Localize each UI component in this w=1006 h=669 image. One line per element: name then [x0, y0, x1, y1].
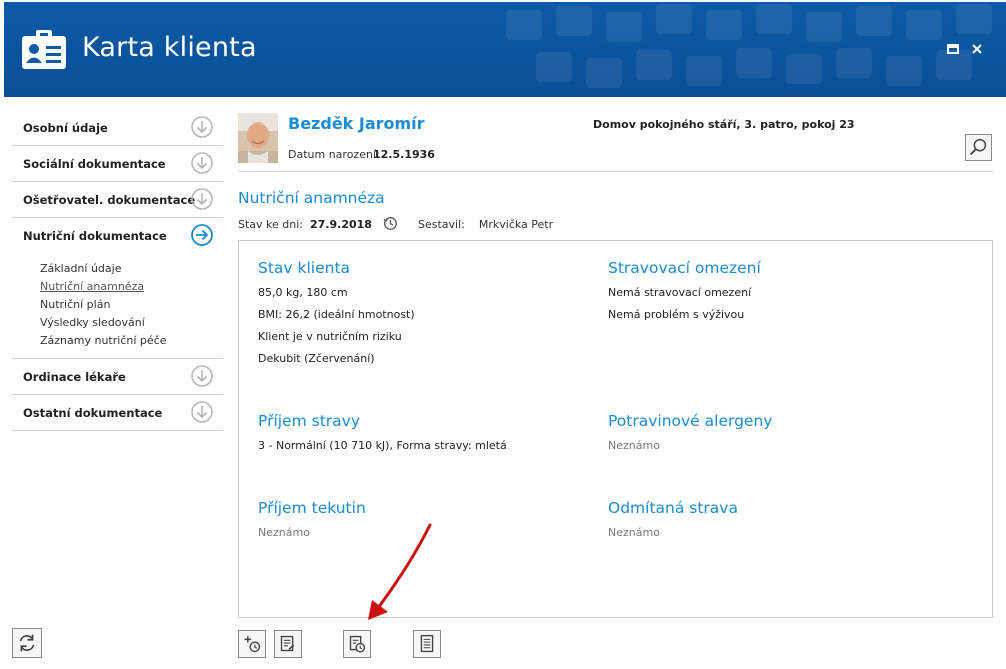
block-line: Nemá stravovací omezení: [608, 286, 752, 299]
refresh-icon: [19, 634, 35, 652]
block-line: Neznámo: [258, 526, 310, 539]
dob-value: 12.5.1936: [373, 148, 435, 161]
sidebar-item-osobni-udaje[interactable]: Osobní údaje: [12, 110, 223, 146]
block-title: Odmítaná strava: [608, 499, 738, 517]
header-pattern: [506, 4, 992, 88]
id-card-icon: [22, 30, 66, 69]
refresh-button[interactable]: [12, 628, 42, 658]
block-line: Nemá problém s výživou: [608, 308, 745, 321]
subitem-zaznamy-nutricni-pece[interactable]: Záznamy nutriční péče: [40, 332, 223, 350]
subitem-zakladni-udaje[interactable]: Základní údaje: [40, 260, 223, 278]
date-row: Stav ke dni: 27.9.2018: [238, 218, 372, 231]
patient-name: Bezděk Jaromír: [288, 114, 425, 133]
arrow-down-circle-icon[interactable]: [191, 401, 213, 423]
window-title: Karta klienta: [82, 32, 257, 63]
arrow-down-circle-icon[interactable]: [191, 365, 213, 387]
block-line: 85,0 kg, 180 cm: [258, 286, 348, 299]
subitem-vysledky-sledovani[interactable]: Výsledky sledování: [40, 314, 223, 332]
section-title: Nutriční anamnéza: [238, 189, 385, 207]
header-divider: [238, 171, 993, 172]
author-row: Sestavil: Mrkvička Petr: [418, 218, 553, 231]
sidebar-item-ordinace-lekare[interactable]: Ordinace lékaře: [12, 359, 223, 395]
block-odmitana-strava: Odmítaná strava Neznámo: [608, 499, 738, 547]
sidebar-item-nutricni-dokumentace[interactable]: Nutriční dokumentace: [12, 218, 223, 254]
arrow-down-circle-icon[interactable]: [191, 152, 213, 174]
block-title: Stav klienta: [258, 259, 351, 277]
document-history-button[interactable]: [343, 630, 371, 658]
edit-document-icon: [280, 635, 295, 652]
edit-document-button[interactable]: [274, 630, 302, 658]
add-clock-icon: [244, 636, 261, 653]
block-line: 3 - Normální (10 710 kJ), Forma stravy: …: [258, 439, 507, 452]
sidebar-item-label: Ošetřovatel. dokumentace: [23, 193, 196, 207]
document-history-icon: [349, 635, 366, 653]
search-button[interactable]: [965, 134, 992, 161]
block-prijem-tekutin: Příjem tekutin Neznámo: [258, 499, 366, 547]
sidebar-item-label: Ordinace lékaře: [23, 370, 126, 384]
date-label: Stav ke dni:: [238, 218, 304, 231]
author-label: Sestavil:: [418, 218, 465, 231]
subitem-nutricni-anamneza[interactable]: Nutriční anamnéza: [40, 278, 223, 296]
dob-label: Datum narození:: [288, 148, 380, 161]
author-value: Mrkvička Petr: [478, 218, 554, 231]
window-header: Karta klienta: [4, 2, 1006, 97]
block-line: Neznámo: [608, 439, 660, 452]
sidebar-subitems: Základní údaje Nutriční anamnéza Nutričn…: [12, 254, 223, 359]
sidebar-item-socialni-dokumentace[interactable]: Sociální dokumentace: [12, 146, 223, 182]
search-icon: [969, 138, 987, 156]
block-line: Klient je v nutričním riziku: [258, 330, 402, 343]
block-title: Příjem stravy: [258, 412, 360, 430]
sidebar-item-label: Ostatní dokumentace: [23, 406, 163, 420]
maximize-icon[interactable]: [946, 42, 960, 56]
block-stravovaci-omezeni: Stravovací omezení Nemá stravovací omeze…: [608, 259, 761, 329]
arrow-right-circle-icon[interactable]: [191, 224, 213, 246]
sidebar-item-label: Nutriční dokumentace: [23, 229, 167, 243]
arrow-down-circle-icon[interactable]: [191, 188, 213, 210]
sidebar-item-label: Osobní údaje: [23, 121, 108, 135]
block-potravinove-alergeny: Potravinové alergeny Neznámo: [608, 412, 772, 460]
sidebar-item-label: Sociální dokumentace: [23, 157, 166, 171]
sidebar-item-osetrovatel-dokumentace[interactable]: Ošetřovatel. dokumentace: [12, 182, 223, 218]
close-icon[interactable]: [970, 42, 984, 56]
document-list-button[interactable]: [413, 630, 441, 658]
subitem-nutricni-plan[interactable]: Nutriční plán: [40, 296, 223, 314]
date-value: 27.9.2018: [310, 218, 372, 231]
block-line: BMI: 26,2 (ideální hmotnost): [258, 308, 415, 321]
block-title: Potravinové alergeny: [608, 412, 773, 430]
block-line: Neznámo: [608, 526, 660, 539]
add-record-button[interactable]: [238, 630, 266, 658]
patient-location: Domov pokojného stáří, 3. patro, pokoj 2…: [593, 118, 855, 131]
block-line: Dekubit (Zčervenání): [258, 352, 375, 365]
sidebar-item-ostatni-dokumentace[interactable]: Ostatní dokumentace: [12, 395, 223, 431]
document-list-icon: [420, 634, 434, 653]
anamnesis-panel: Stav klienta 85,0 kg, 180 cm BMI: 26,2 (…: [238, 240, 993, 618]
arrow-down-circle-icon[interactable]: [191, 116, 213, 138]
history-clock-icon[interactable]: [383, 216, 398, 231]
block-stav-klienta: Stav klienta 85,0 kg, 180 cm BMI: 26,2 (…: [258, 259, 415, 373]
block-prijem-stravy: Příjem stravy 3 - Normální (10 710 kJ), …: [258, 412, 507, 460]
sidebar: Osobní údaje Sociální dokumentace Ošetřo…: [12, 110, 223, 431]
block-title: Příjem tekutin: [258, 499, 366, 517]
patient-photo: [238, 113, 278, 163]
block-title: Stravovací omezení: [608, 259, 761, 277]
